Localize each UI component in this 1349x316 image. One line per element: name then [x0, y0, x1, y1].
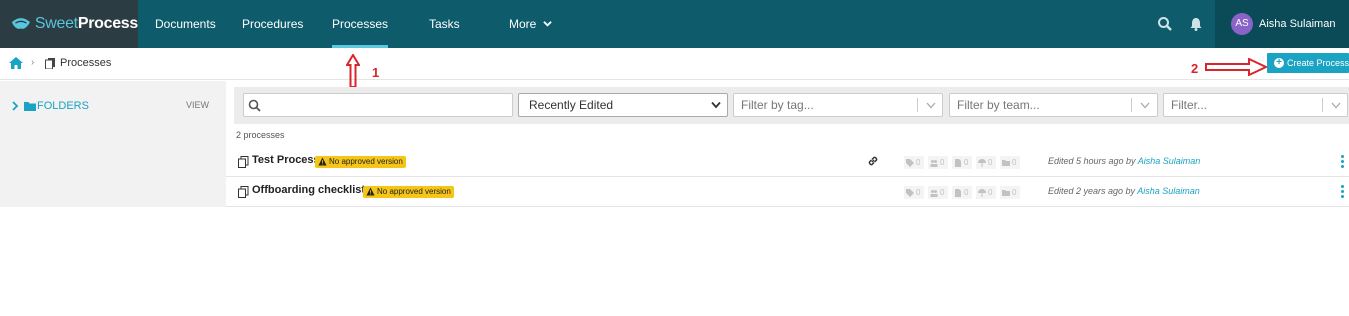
users-icon: [930, 159, 938, 167]
document-count: 0: [952, 156, 972, 169]
tag-icon: [906, 188, 914, 197]
chevron-down-icon: [1331, 102, 1341, 109]
user-name: Aisha Sulaiman: [1259, 18, 1336, 30]
editor-link[interactable]: Aisha Sulaiman: [1138, 156, 1201, 166]
process-title[interactable]: Test Process: [252, 154, 320, 166]
logo-mark-icon: [11, 18, 31, 29]
filter-by-tag[interactable]: Filter by tag...: [733, 93, 943, 117]
chevron-down-icon: [1140, 102, 1150, 109]
row-menu-icon[interactable]: [1341, 185, 1345, 199]
chevron-down-icon: [542, 21, 552, 27]
table-row[interactable]: Test Process No approved version 0 0 0 0…: [226, 147, 1349, 177]
logo-text: SweetProcess: [34, 15, 138, 32]
top-navbar: SweetProcess Documents Procedures Proces…: [0, 0, 1349, 48]
home-icon[interactable]: [9, 57, 23, 69]
status-badge: No approved version: [363, 186, 454, 198]
search-icon: [248, 99, 261, 112]
users-icon: [930, 189, 938, 197]
nav-more[interactable]: More: [509, 0, 552, 48]
process-stats: 0 0 0 0 0: [904, 186, 1020, 199]
document-icon: [955, 158, 961, 167]
edited-info: Edited 2 years ago by Aisha Sulaiman: [1048, 186, 1200, 196]
breadcrumb: › Processes: [0, 48, 1349, 80]
process-title[interactable]: Offboarding checklist: [252, 184, 365, 196]
process-stats: 0 0 0 0 0: [904, 156, 1020, 169]
tag-icon: [906, 158, 914, 167]
edited-info: Edited 5 hours ago by Aisha Sulaiman: [1048, 156, 1201, 166]
sort-select[interactable]: Recently Edited: [518, 93, 728, 117]
create-process-button[interactable]: + Create Process: [1267, 53, 1349, 73]
team-count: 0: [928, 156, 948, 169]
status-badge: No approved version: [315, 156, 406, 168]
tag-count: 0: [904, 186, 924, 199]
team-count: 0: [928, 186, 948, 199]
avatar: AS: [1231, 13, 1253, 35]
filter-general[interactable]: Filter...: [1163, 93, 1348, 117]
search-icon[interactable]: [1157, 16, 1173, 32]
policy-count: 0: [976, 156, 996, 169]
folder-icon: [24, 102, 36, 111]
user-menu[interactable]: AS Aisha Sulaiman: [1215, 0, 1349, 48]
editor-link[interactable]: Aisha Sulaiman: [1137, 186, 1200, 196]
folders-toggle[interactable]: FOLDERS: [37, 100, 89, 112]
chevron-down-icon: [926, 102, 936, 109]
nav-procedures[interactable]: Procedures: [242, 0, 303, 48]
warning-icon: [318, 157, 327, 166]
process-copy-icon: [238, 156, 249, 168]
bell-icon[interactable]: [1188, 16, 1204, 32]
breadcrumb-current: Processes: [60, 57, 112, 69]
chevron-down-icon: [711, 101, 721, 109]
link-icon[interactable]: [867, 155, 879, 167]
process-copy-icon: [238, 186, 249, 198]
nav-tasks[interactable]: Tasks: [429, 0, 460, 48]
process-count: 2 processes: [236, 130, 285, 140]
sweetprocess-logo[interactable]: SweetProcess: [0, 0, 138, 48]
annotation-label-1: 1: [372, 65, 380, 80]
nav-processes[interactable]: Processes: [332, 0, 389, 48]
policy-count: 0: [976, 186, 996, 199]
table-row[interactable]: Offboarding checklist No approved versio…: [226, 177, 1349, 207]
view-button[interactable]: VIEW: [186, 100, 209, 110]
document-count: 0: [952, 186, 972, 199]
chevron-right-icon[interactable]: [11, 101, 19, 111]
umbrella-icon: [978, 188, 986, 197]
nav-documents[interactable]: Documents: [155, 0, 216, 48]
document-icon: [955, 188, 961, 197]
annotation-arrow-up-icon: [346, 54, 360, 88]
folders-sidebar: FOLDERS VIEW: [0, 81, 226, 207]
folder-count: 0: [1000, 156, 1020, 169]
tag-count: 0: [904, 156, 924, 169]
row-menu-icon[interactable]: [1341, 155, 1345, 169]
search-input[interactable]: [243, 93, 513, 117]
breadcrumb-separator: ›: [31, 57, 35, 68]
umbrella-icon: [978, 158, 986, 167]
warning-icon: [366, 187, 375, 196]
annotation-arrow-right-icon: [1205, 58, 1267, 76]
filter-by-team[interactable]: Filter by team...: [949, 93, 1158, 117]
folder-count: 0: [1000, 186, 1020, 199]
plus-circle-icon: +: [1274, 58, 1284, 68]
annotation-label-2: 2: [1191, 61, 1199, 76]
copy-icon: [45, 58, 55, 69]
folder-icon: [1002, 159, 1010, 166]
folder-icon: [1002, 189, 1010, 196]
